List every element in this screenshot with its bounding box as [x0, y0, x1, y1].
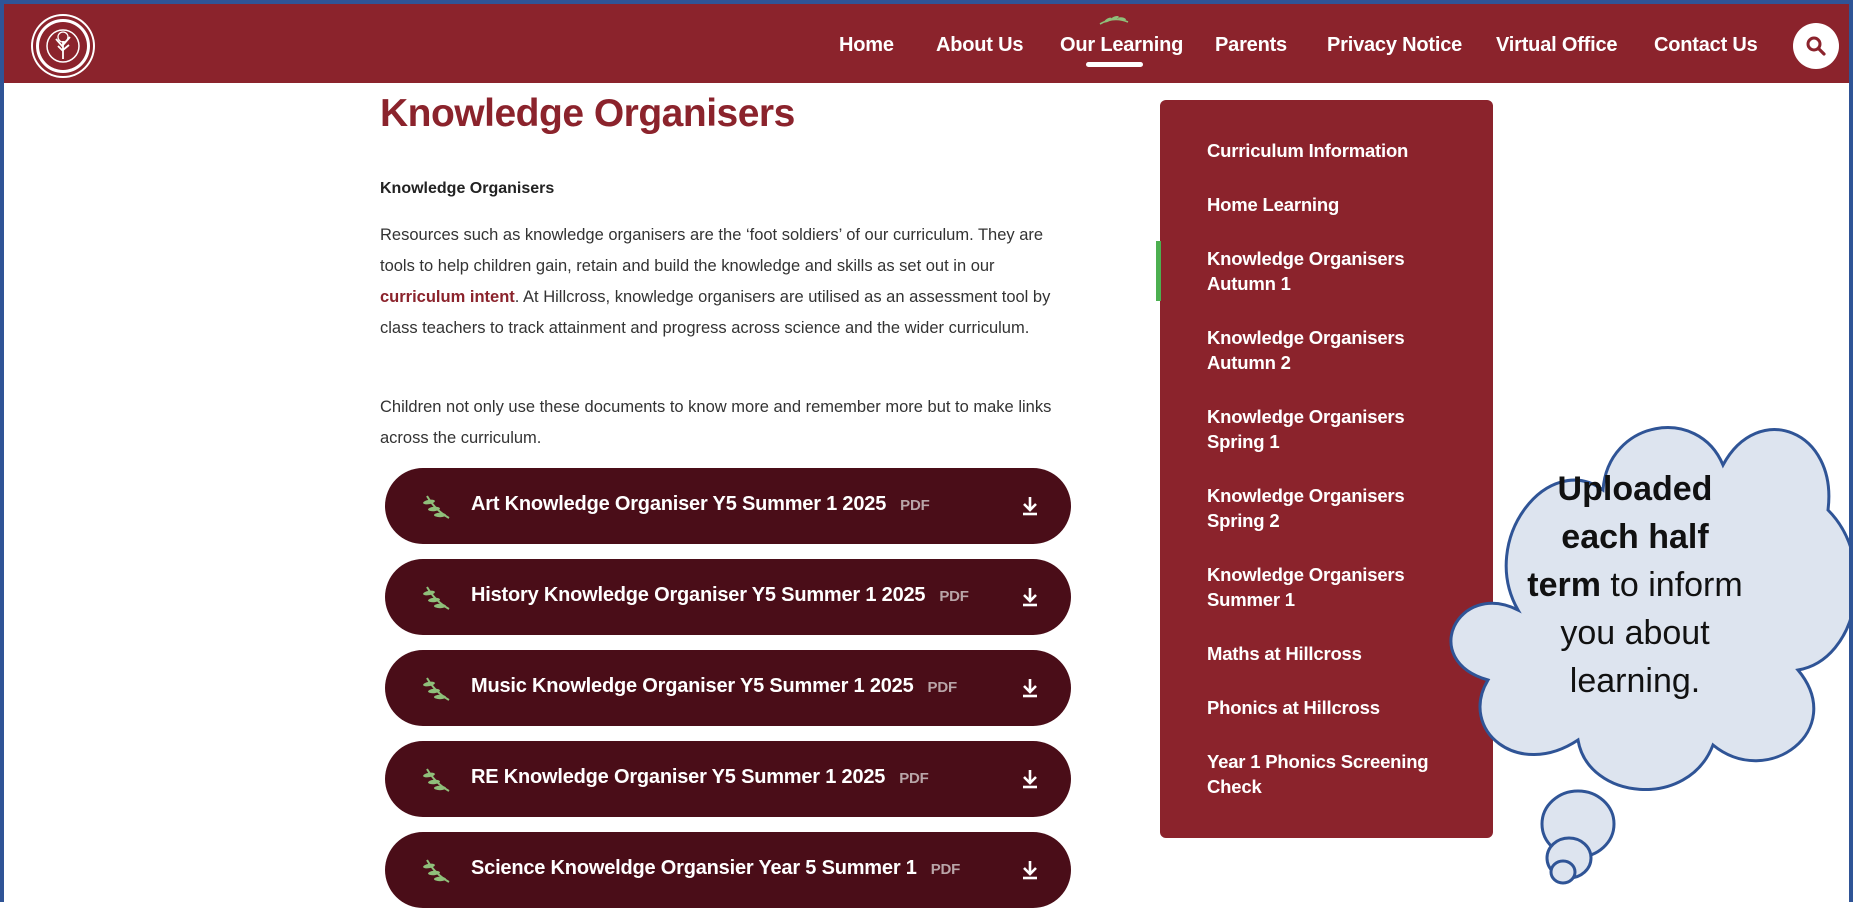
download-icon[interactable]	[1021, 859, 1039, 881]
document-download-button[interactable]: Science Knoweldge Organsier Year 5 Summe…	[385, 832, 1071, 908]
leaf-sprig-icon	[423, 859, 450, 883]
download-icon[interactable]	[1021, 677, 1039, 699]
sidebar-item-ko-spring-2[interactable]: Knowledge Organisers Spring 2	[1207, 483, 1457, 533]
nav-our-learning[interactable]: Our Learning	[1060, 34, 1183, 57]
active-item-marker	[1156, 241, 1161, 301]
sidebar-item-curriculum-information[interactable]: Curriculum Information	[1207, 138, 1457, 163]
download-icon[interactable]	[1021, 768, 1039, 790]
file-type-badge: PDF	[899, 770, 929, 787]
curriculum-intent-link[interactable]: curriculum intent	[380, 288, 515, 306]
document-title: RE Knowledge Organiser Y5 Summer 1 2025 P…	[471, 766, 929, 789]
nav-contact-us[interactable]: Contact Us	[1654, 34, 1758, 57]
section-subheading: Knowledge Organisers	[380, 180, 555, 197]
search-icon	[1806, 36, 1826, 56]
document-name: RE Knowledge Organiser Y5 Summer 1 2025	[471, 766, 886, 788]
nav-about-us[interactable]: About Us	[936, 34, 1023, 57]
callout-text: Uploaded each half term to inform you ab…	[1520, 465, 1750, 705]
sidebar-item-home-learning[interactable]: Home Learning	[1207, 192, 1457, 217]
sidebar-item-phonics-screening[interactable]: Year 1 Phonics Screening Check	[1207, 749, 1457, 799]
leaf-sprig-icon	[423, 677, 450, 701]
document-download-button[interactable]: Art Knowledge Organiser Y5 Summer 1 2025…	[385, 468, 1071, 544]
sidebar-item-phonics[interactable]: Phonics at Hillcross	[1207, 695, 1457, 720]
search-button[interactable]	[1793, 23, 1839, 69]
nav-parents[interactable]: Parents	[1215, 34, 1287, 57]
file-type-badge: PDF	[900, 497, 930, 514]
leaf-sprig-icon	[423, 768, 450, 792]
download-icon[interactable]	[1021, 495, 1039, 517]
document-title: Science Knoweldge Organsier Year 5 Summe…	[471, 857, 960, 880]
document-download-button[interactable]: Music Knowledge Organiser Y5 Summer 1 20…	[385, 650, 1071, 726]
second-paragraph: Children not only use these documents to…	[380, 398, 1052, 447]
document-title: History Knowledge Organiser Y5 Summer 1 …	[471, 584, 969, 607]
nav-privacy-notice[interactable]: Privacy Notice	[1327, 34, 1462, 57]
intro-paragraph: Resources such as knowledge organisers a…	[380, 220, 1060, 344]
document-name: Music Knowledge Organiser Y5 Summer 1 20…	[471, 675, 914, 697]
file-type-badge: PDF	[930, 861, 961, 878]
active-nav-indicator	[1086, 62, 1143, 67]
leaf-sprig-icon	[1099, 15, 1129, 25]
sidebar-item-ko-autumn-2[interactable]: Knowledge Organisers Autumn 2	[1207, 325, 1457, 375]
sidebar-item-ko-autumn-1[interactable]: Knowledge Organisers Autumn 1	[1207, 246, 1457, 296]
leaf-sprig-icon	[423, 495, 450, 519]
document-download-button[interactable]: History Knowledge Organiser Y5 Summer 1 …	[385, 559, 1071, 635]
sidebar-item-ko-spring-1[interactable]: Knowledge Organisers Spring 1	[1207, 404, 1457, 454]
download-icon[interactable]	[1021, 586, 1039, 608]
file-type-badge: PDF	[927, 679, 958, 696]
file-type-badge: PDF	[939, 588, 969, 605]
site-header: Home About Us Our Learning Parents Priva…	[0, 0, 1853, 83]
document-download-button[interactable]: RE Knowledge Organiser Y5 Summer 1 2025 P…	[385, 741, 1071, 817]
intro-text-part1: Resources such as knowledge organisers a…	[380, 226, 1044, 275]
nav-home[interactable]: Home	[839, 34, 894, 57]
sidebar-item-maths[interactable]: Maths at Hillcross	[1207, 641, 1457, 666]
nav-virtual-office[interactable]: Virtual Office	[1496, 34, 1618, 57]
main-nav: Home About Us Our Learning Parents Priva…	[0, 0, 1853, 83]
document-name: History Knowledge Organiser Y5 Summer 1 …	[471, 584, 926, 606]
document-title: Art Knowledge Organiser Y5 Summer 1 2025…	[471, 493, 930, 516]
sidebar-item-ko-summer-1[interactable]: Knowledge Organisers Summer 1	[1207, 562, 1457, 612]
document-name: Art Knowledge Organiser Y5 Summer 1 2025	[471, 493, 887, 515]
document-title: Music Knowledge Organiser Y5 Summer 1 20…	[471, 675, 957, 698]
document-name: Science Knoweldge Organsier Year 5 Summe…	[471, 857, 917, 879]
leaf-sprig-icon	[423, 586, 450, 610]
page-title: Knowledge Organisers	[380, 92, 795, 135]
